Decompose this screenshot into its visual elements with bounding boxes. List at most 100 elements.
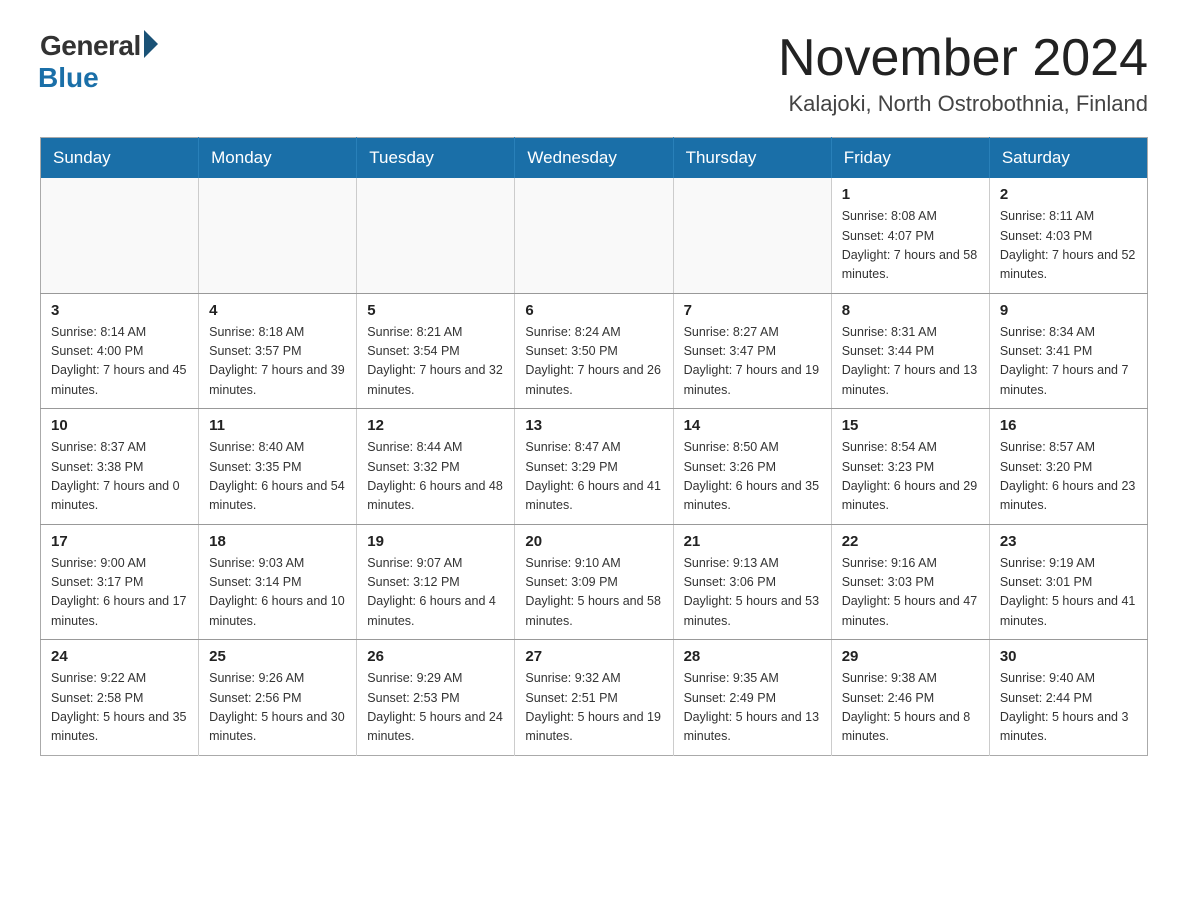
calendar-cell: 6Sunrise: 8:24 AM Sunset: 3:50 PM Daylig… xyxy=(515,293,673,409)
day-info: Sunrise: 9:35 AM Sunset: 2:49 PM Dayligh… xyxy=(684,669,821,747)
day-info: Sunrise: 9:26 AM Sunset: 2:56 PM Dayligh… xyxy=(209,669,346,747)
day-number: 30 xyxy=(1000,648,1137,665)
calendar-cell: 13Sunrise: 8:47 AM Sunset: 3:29 PM Dayli… xyxy=(515,409,673,525)
calendar-header-friday: Friday xyxy=(831,138,989,179)
calendar-cell xyxy=(199,178,357,293)
logo-general-text: General xyxy=(40,30,141,62)
day-info: Sunrise: 8:44 AM Sunset: 3:32 PM Dayligh… xyxy=(367,438,504,516)
day-number: 23 xyxy=(1000,533,1137,550)
calendar-cell: 27 Sunrise: 9:32 AM Sunset: 2:51 PM Dayli… xyxy=(515,640,673,756)
day-number: 29 xyxy=(842,648,979,665)
day-info: Sunrise: 8:11 AM Sunset: 4:03 PM Dayligh… xyxy=(1000,207,1137,285)
day-info: Sunrise: 9:16 AM Sunset: 3:03 PM Dayligh… xyxy=(842,554,979,632)
calendar-cell: 2 Sunrise: 8:11 AM Sunset: 4:03 PM Daylig… xyxy=(989,178,1147,293)
day-number: 19 xyxy=(367,533,504,550)
logo-blue-text: Blue xyxy=(38,62,99,94)
day-info: Sunrise: 8:34 AM Sunset: 3:41 PM Dayligh… xyxy=(1000,323,1137,401)
calendar-cell: 16 Sunrise: 8:57 AM Sunset: 3:20 PM Dayli… xyxy=(989,409,1147,525)
day-number: 26 xyxy=(367,648,504,665)
day-number: 9 xyxy=(1000,302,1137,319)
day-info: Sunrise: 9:40 AM Sunset: 2:44 PM Dayligh… xyxy=(1000,669,1137,747)
day-info: Sunrise: 8:14 AM Sunset: 4:00 PM Dayligh… xyxy=(51,323,188,401)
day-number: 10 xyxy=(51,417,188,434)
calendar-cell: 1 Sunrise: 8:08 AM Sunset: 4:07 PM Daylig… xyxy=(831,178,989,293)
day-number: 22 xyxy=(842,533,979,550)
calendar-cell: 14Sunrise: 8:50 AM Sunset: 3:26 PM Dayli… xyxy=(673,409,831,525)
day-info: Sunrise: 8:08 AM Sunset: 4:07 PM Dayligh… xyxy=(842,207,979,285)
day-info: Sunrise: 9:22 AM Sunset: 2:58 PM Dayligh… xyxy=(51,669,188,747)
day-number: 25 xyxy=(209,648,346,665)
day-number: 16 xyxy=(1000,417,1137,434)
calendar-cell: 10Sunrise: 8:37 AM Sunset: 3:38 PM Dayli… xyxy=(41,409,199,525)
calendar-cell: 4Sunrise: 8:18 AM Sunset: 3:57 PM Daylig… xyxy=(199,293,357,409)
calendar-cell: 26Sunrise: 9:29 AM Sunset: 2:53 PM Dayli… xyxy=(357,640,515,756)
day-info: Sunrise: 8:57 AM Sunset: 3:20 PM Dayligh… xyxy=(1000,438,1137,516)
day-info: Sunrise: 9:38 AM Sunset: 2:46 PM Dayligh… xyxy=(842,669,979,747)
day-number: 15 xyxy=(842,417,979,434)
day-number: 6 xyxy=(525,302,662,319)
calendar-cell: 28Sunrise: 9:35 AM Sunset: 2:49 PM Dayli… xyxy=(673,640,831,756)
day-info: Sunrise: 9:07 AM Sunset: 3:12 PM Dayligh… xyxy=(367,554,504,632)
day-info: Sunrise: 9:03 AM Sunset: 3:14 PM Dayligh… xyxy=(209,554,346,632)
day-info: Sunrise: 8:18 AM Sunset: 3:57 PM Dayligh… xyxy=(209,323,346,401)
day-number: 7 xyxy=(684,302,821,319)
title-section: November 2024 Kalajoki, North Ostrobothn… xyxy=(778,30,1148,117)
day-number: 14 xyxy=(684,417,821,434)
calendar-week-1: 1 Sunrise: 8:08 AM Sunset: 4:07 PM Daylig… xyxy=(41,178,1148,293)
calendar-cell: 3Sunrise: 8:14 AM Sunset: 4:00 PM Daylig… xyxy=(41,293,199,409)
day-info: Sunrise: 8:54 AM Sunset: 3:23 PM Dayligh… xyxy=(842,438,979,516)
calendar-cell: 29 Sunrise: 9:38 AM Sunset: 2:46 PM Dayli… xyxy=(831,640,989,756)
calendar-header-row: SundayMondayTuesdayWednesdayThursdayFrid… xyxy=(41,138,1148,179)
day-number: 1 xyxy=(842,186,979,203)
calendar-cell: 22 Sunrise: 9:16 AM Sunset: 3:03 PM Dayli… xyxy=(831,524,989,640)
calendar-header-thursday: Thursday xyxy=(673,138,831,179)
calendar-cell: 9 Sunrise: 8:34 AM Sunset: 3:41 PM Daylig… xyxy=(989,293,1147,409)
day-number: 11 xyxy=(209,417,346,434)
day-info: Sunrise: 9:32 AM Sunset: 2:51 PM Dayligh… xyxy=(525,669,662,747)
page-header: General Blue November 2024 Kalajoki, Nor… xyxy=(40,30,1148,117)
day-info: Sunrise: 8:31 AM Sunset: 3:44 PM Dayligh… xyxy=(842,323,979,401)
calendar-cell xyxy=(673,178,831,293)
calendar-week-2: 3Sunrise: 8:14 AM Sunset: 4:00 PM Daylig… xyxy=(41,293,1148,409)
calendar-cell: 11 Sunrise: 8:40 AM Sunset: 3:35 PM Dayli… xyxy=(199,409,357,525)
calendar-cell: 30 Sunrise: 9:40 AM Sunset: 2:44 PM Dayli… xyxy=(989,640,1147,756)
calendar-cell: 19 Sunrise: 9:07 AM Sunset: 3:12 PM Dayli… xyxy=(357,524,515,640)
calendar-cell: 5 Sunrise: 8:21 AM Sunset: 3:54 PM Daylig… xyxy=(357,293,515,409)
calendar-cell xyxy=(515,178,673,293)
calendar-table: SundayMondayTuesdayWednesdayThursdayFrid… xyxy=(40,137,1148,756)
location-text: Kalajoki, North Ostrobothnia, Finland xyxy=(778,91,1148,117)
calendar-header-sunday: Sunday xyxy=(41,138,199,179)
day-number: 21 xyxy=(684,533,821,550)
calendar-cell xyxy=(357,178,515,293)
calendar-cell: 21 Sunrise: 9:13 AM Sunset: 3:06 PM Dayli… xyxy=(673,524,831,640)
calendar-cell: 20 Sunrise: 9:10 AM Sunset: 3:09 PM Dayli… xyxy=(515,524,673,640)
calendar-cell xyxy=(41,178,199,293)
calendar-cell: 8Sunrise: 8:31 AM Sunset: 3:44 PM Daylig… xyxy=(831,293,989,409)
day-number: 17 xyxy=(51,533,188,550)
calendar-cell: 24Sunrise: 9:22 AM Sunset: 2:58 PM Dayli… xyxy=(41,640,199,756)
calendar-cell: 7Sunrise: 8:27 AM Sunset: 3:47 PM Daylig… xyxy=(673,293,831,409)
calendar-header-wednesday: Wednesday xyxy=(515,138,673,179)
day-info: Sunrise: 9:10 AM Sunset: 3:09 PM Dayligh… xyxy=(525,554,662,632)
day-number: 12 xyxy=(367,417,504,434)
day-number: 20 xyxy=(525,533,662,550)
calendar-cell: 18 Sunrise: 9:03 AM Sunset: 3:14 PM Dayli… xyxy=(199,524,357,640)
month-title: November 2024 xyxy=(778,30,1148,87)
day-info: Sunrise: 9:19 AM Sunset: 3:01 PM Dayligh… xyxy=(1000,554,1137,632)
day-info: Sunrise: 9:13 AM Sunset: 3:06 PM Dayligh… xyxy=(684,554,821,632)
day-number: 2 xyxy=(1000,186,1137,203)
day-number: 13 xyxy=(525,417,662,434)
day-number: 18 xyxy=(209,533,346,550)
logo-triangle-icon xyxy=(144,30,158,58)
day-info: Sunrise: 8:40 AM Sunset: 3:35 PM Dayligh… xyxy=(209,438,346,516)
day-number: 27 xyxy=(525,648,662,665)
calendar-cell: 12 Sunrise: 8:44 AM Sunset: 3:32 PM Dayli… xyxy=(357,409,515,525)
day-number: 5 xyxy=(367,302,504,319)
calendar-cell: 15 Sunrise: 8:54 AM Sunset: 3:23 PM Dayli… xyxy=(831,409,989,525)
calendar-week-5: 24Sunrise: 9:22 AM Sunset: 2:58 PM Dayli… xyxy=(41,640,1148,756)
calendar-header-monday: Monday xyxy=(199,138,357,179)
calendar-week-3: 10Sunrise: 8:37 AM Sunset: 3:38 PM Dayli… xyxy=(41,409,1148,525)
calendar-cell: 23 Sunrise: 9:19 AM Sunset: 3:01 PM Dayli… xyxy=(989,524,1147,640)
calendar-header-saturday: Saturday xyxy=(989,138,1147,179)
day-info: Sunrise: 8:21 AM Sunset: 3:54 PM Dayligh… xyxy=(367,323,504,401)
